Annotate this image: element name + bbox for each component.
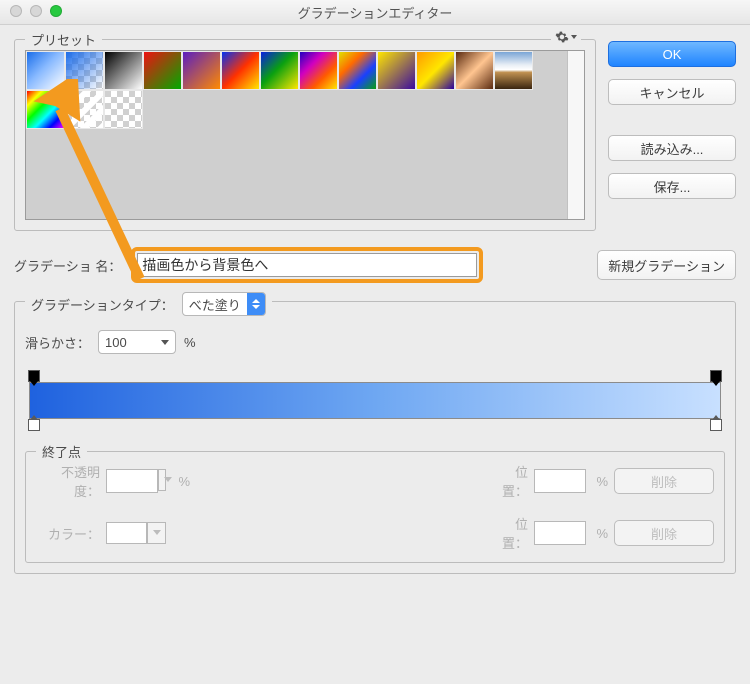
color-pos-unit: % <box>584 526 614 541</box>
gradient-bar[interactable] <box>29 382 721 419</box>
stops-legend: 終了点 <box>36 442 87 461</box>
gradient-name-label: グラデーショ 名： <box>14 256 121 275</box>
preset-swatch[interactable] <box>65 90 104 129</box>
new-gradient-button[interactable]: 新規グラデーション <box>597 250 736 280</box>
titlebar: グラデーションエディター <box>0 0 750 25</box>
select-arrows-icon <box>247 293 265 315</box>
opacity-pos-unit: % <box>584 474 614 489</box>
opacity-input <box>106 469 158 493</box>
smoothness-label: 滑らかさ： <box>25 333 90 352</box>
preset-swatch[interactable] <box>416 51 455 90</box>
preset-swatch[interactable] <box>377 51 416 90</box>
gradient-editor-window: グラデーションエディター プリセット <box>0 0 750 684</box>
cancel-button[interactable]: キャンセル <box>608 79 736 105</box>
opacity-label: 不透明度： <box>36 462 106 500</box>
delete-color-stop-button: 削除 <box>614 520 714 546</box>
stops-fieldset: 終了点 不透明度： % 位置： % 削除 カラー： <box>25 451 725 563</box>
preset-swatch[interactable] <box>221 51 260 90</box>
color-pos-label: 位置： <box>494 514 534 552</box>
opacity-stop-right[interactable] <box>710 370 722 382</box>
opacity-pos-input <box>534 469 586 493</box>
preset-swatch[interactable] <box>143 51 182 90</box>
preset-swatch[interactable] <box>260 51 299 90</box>
window-controls <box>10 5 62 17</box>
opacity-stop-left[interactable] <box>28 370 40 382</box>
color-stop-right[interactable] <box>710 419 722 431</box>
opacity-dropdown <box>158 469 166 491</box>
gradient-type-label: グラデーションタイプ： <box>31 295 174 314</box>
delete-opacity-stop-button: 削除 <box>614 468 714 494</box>
gradient-name-input[interactable] <box>137 253 477 277</box>
chevron-down-icon <box>571 35 577 39</box>
smoothness-row: 滑らかさ： 100 % <box>25 330 725 354</box>
gear-icon <box>555 30 569 44</box>
gradient-bar-wrap <box>25 372 725 433</box>
presets-menu-button[interactable] <box>551 30 581 44</box>
presets-well <box>25 50 585 220</box>
preset-swatch[interactable] <box>182 51 221 90</box>
color-stop-left[interactable] <box>28 419 40 431</box>
presets-scrollbar[interactable] <box>567 51 584 219</box>
ok-button[interactable]: OK <box>608 41 736 67</box>
preset-swatch[interactable] <box>65 51 104 90</box>
presets-fieldset: プリセット <box>14 39 596 231</box>
smoothness-unit: % <box>184 335 196 350</box>
preset-swatch[interactable] <box>104 51 143 90</box>
preset-swatch[interactable] <box>26 90 65 129</box>
presets-grid <box>26 51 567 219</box>
load-button[interactable]: 読み込み... <box>608 135 736 161</box>
window-title: グラデーションエディター <box>298 3 453 22</box>
top-row: プリセット OK キャンセル 読み込み... <box>14 39 736 231</box>
preset-swatch[interactable] <box>494 51 533 90</box>
color-dropdown <box>147 522 166 544</box>
zoom-button[interactable] <box>50 5 62 17</box>
preset-swatch[interactable] <box>455 51 494 90</box>
close-button[interactable] <box>10 5 22 17</box>
gradient-type-legend-row: グラデーションタイプ： べた塗り <box>25 292 272 316</box>
gradient-type-fieldset: グラデーションタイプ： べた塗り 滑らかさ： 100 % <box>14 301 736 574</box>
presets-legend: プリセット <box>25 30 102 49</box>
window-content: プリセット OK キャンセル 読み込み... <box>0 25 750 685</box>
color-pos-input <box>534 521 586 545</box>
gradient-name-row: グラデーショ 名： 新規グラデーション <box>14 247 736 283</box>
gradient-type-select[interactable]: べた塗り <box>182 292 266 316</box>
smoothness-input[interactable]: 100 <box>98 330 176 354</box>
preset-swatch[interactable] <box>338 51 377 90</box>
preset-swatch[interactable] <box>104 90 143 129</box>
color-swatch-button <box>106 522 147 544</box>
side-buttons: OK キャンセル 読み込み... 保存... <box>608 39 736 231</box>
preset-swatch[interactable] <box>299 51 338 90</box>
color-label: カラー： <box>36 524 106 543</box>
save-button[interactable]: 保存... <box>608 173 736 199</box>
annotation-highlight <box>131 247 483 283</box>
preset-swatch[interactable] <box>26 51 65 90</box>
opacity-pos-label: 位置： <box>494 462 534 500</box>
minimize-button[interactable] <box>30 5 42 17</box>
